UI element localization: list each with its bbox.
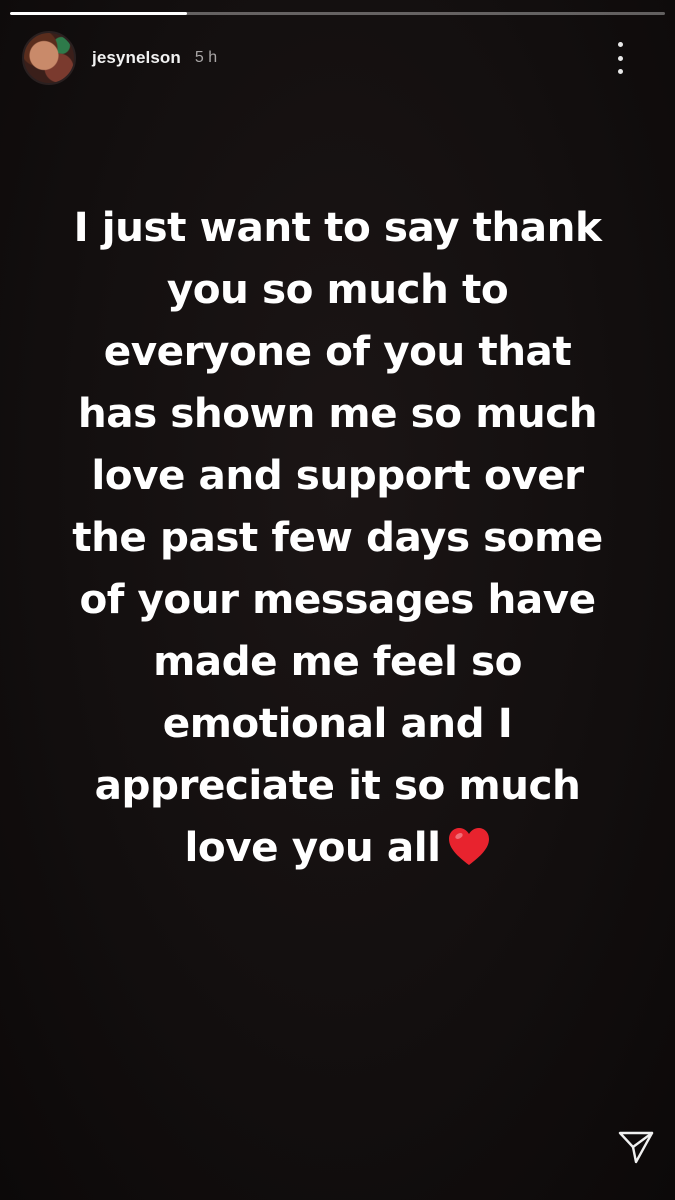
username[interactable]: jesynelson [92, 48, 181, 68]
story-text-line: love and support over [91, 451, 584, 499]
story-text-line: everyone of you that [103, 327, 572, 375]
profile-avatar[interactable] [22, 31, 76, 85]
more-options-button[interactable] [613, 42, 627, 74]
story-text-line: of your messages have [79, 575, 596, 623]
heart-emoji-icon [449, 828, 490, 865]
story-text-line: appreciate it so much [94, 761, 581, 809]
story-text-line: emotional and I [162, 699, 513, 747]
story-progress-bar [10, 12, 665, 15]
story-text-line: has shown me so much [77, 389, 598, 437]
story-progress-fill [10, 12, 187, 15]
story-text-line: the past few days some [72, 513, 603, 561]
story-text-line: you so much to [166, 265, 509, 313]
more-vertical-icon [617, 42, 623, 47]
more-vertical-icon [617, 69, 623, 74]
story-text-line: I just want to say thank [73, 203, 602, 251]
timestamp: 5 h [194, 49, 218, 66]
send-icon[interactable] [617, 1128, 655, 1166]
story-text-line: love you all [184, 823, 441, 871]
story-text: I just want to say thank you so much to … [40, 196, 635, 878]
story-text-last-line: love you all [40, 816, 635, 878]
story-header: jesynelson 5 h [22, 30, 653, 86]
more-vertical-icon [617, 55, 623, 61]
story-viewer[interactable]: jesynelson 5 h I just want to say thank … [0, 0, 675, 1200]
story-text-line: made me feel so [153, 637, 522, 685]
